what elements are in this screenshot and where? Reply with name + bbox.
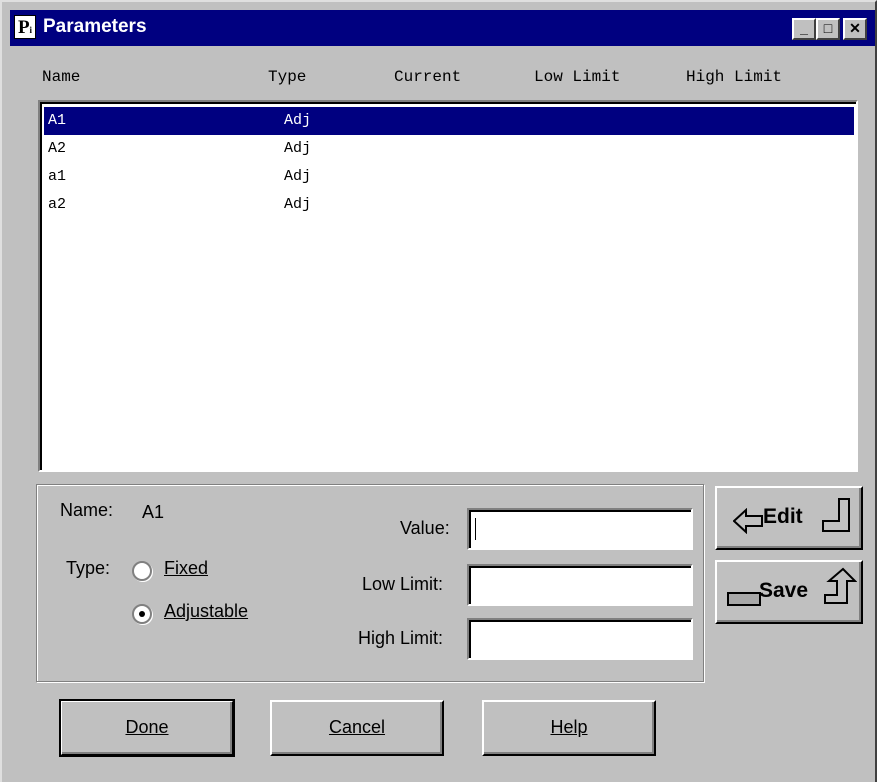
cancel-button[interactable]: Cancel <box>270 700 444 756</box>
parameter-list[interactable]: A1 Adj A2 Adj a1 Adj a2 Adj <box>38 100 858 472</box>
parameters-dialog: Pi Parameters _ □ ✕ Name Type Current Lo… <box>0 0 877 782</box>
save-button[interactable]: Save <box>715 560 863 624</box>
minimize-button[interactable]: _ <box>792 18 816 40</box>
row-type: Adj <box>284 140 312 157</box>
maximize-icon: □ <box>823 20 833 36</box>
value-field[interactable] <box>467 508 693 550</box>
edit-label: Edit <box>763 505 803 528</box>
close-icon: ✕ <box>849 20 861 36</box>
type-label: Type: <box>66 558 111 578</box>
save-bar-icon <box>727 592 761 606</box>
radio-selected-dot <box>139 611 145 617</box>
name-label: Name: <box>60 500 114 520</box>
low-limit-field[interactable] <box>467 564 693 606</box>
list-item[interactable]: a1 Adj <box>44 163 854 191</box>
fixed-radio[interactable] <box>132 561 152 581</box>
row-type: Adj <box>284 196 312 213</box>
row-name: a2 <box>48 196 67 213</box>
row-name: a1 <box>48 168 67 185</box>
high-limit-field[interactable] <box>467 618 693 660</box>
row-name: A2 <box>48 140 67 157</box>
column-header-high-limit: High Limit <box>686 68 783 86</box>
title-bar[interactable]: Pi Parameters _ □ ✕ <box>10 10 875 46</box>
done-button[interactable]: Done <box>59 699 235 757</box>
column-header-low-limit: Low Limit <box>534 68 621 86</box>
adjustable-radio-label[interactable]: Adjustable <box>164 601 248 622</box>
edit-return-arrow-icon <box>822 498 850 532</box>
minimize-icon: _ <box>800 20 808 36</box>
app-icon[interactable]: Pi <box>14 15 36 39</box>
fixed-radio-label[interactable]: Fixed <box>164 558 208 579</box>
low-limit-label: Low Limit: <box>362 574 444 594</box>
high-limit-label: High Limit: <box>358 628 444 648</box>
value-label: Value: <box>400 518 450 538</box>
text-caret <box>475 518 476 540</box>
row-type: Adj <box>284 168 312 185</box>
close-button[interactable]: ✕ <box>843 18 867 40</box>
name-value: A1 <box>142 502 165 522</box>
edit-button[interactable]: Edit <box>715 486 863 550</box>
adjustable-radio[interactable] <box>132 604 152 624</box>
maximize-button[interactable]: □ <box>816 18 840 40</box>
column-header-type: Type <box>268 68 307 86</box>
save-up-arrow-icon <box>824 567 857 604</box>
column-header-current: Current <box>394 68 462 86</box>
help-button[interactable]: Help <box>482 700 656 756</box>
list-item[interactable]: A2 Adj <box>44 135 854 163</box>
row-name: A1 <box>48 112 67 129</box>
list-item[interactable]: a2 Adj <box>44 191 854 219</box>
row-type: Adj <box>284 112 312 129</box>
save-label: Save <box>759 579 809 602</box>
edit-arrow-left-icon <box>733 508 763 534</box>
list-item[interactable]: A1 Adj <box>44 107 854 135</box>
column-header-name: Name <box>42 68 81 86</box>
window-title: Parameters <box>43 16 147 37</box>
